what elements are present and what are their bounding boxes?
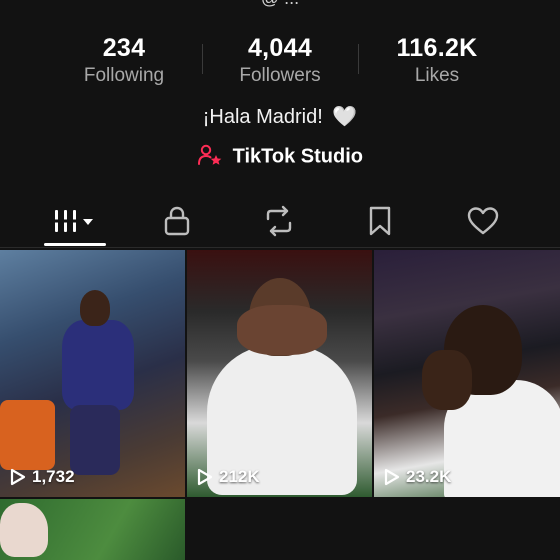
- view-count-text: 212K: [219, 467, 260, 486]
- bio-text: ¡Hala Madrid!: [202, 106, 323, 128]
- thumbnail-figure: [422, 350, 472, 410]
- bookmark-icon: [369, 206, 391, 236]
- thumbnail-figure: [237, 305, 327, 355]
- stat-following[interactable]: 234 Following: [44, 34, 204, 87]
- white-heart-emoji: 🤍: [332, 106, 358, 128]
- view-count: 23.2K: [384, 467, 451, 487]
- active-tab-indicator: [44, 243, 106, 246]
- tab-liked[interactable]: [453, 198, 513, 244]
- followers-count: 4,044: [247, 34, 313, 62]
- tab-private[interactable]: [147, 198, 207, 244]
- video-thumbnail[interactable]: [0, 499, 185, 560]
- play-icon: [384, 468, 400, 486]
- videos-grid-icon: [55, 210, 93, 232]
- likes-label: Likes: [414, 65, 460, 86]
- thumbnail-figure: [70, 405, 120, 475]
- thumbnail-figure: [62, 320, 134, 410]
- empty-grid-cell: [187, 499, 372, 560]
- view-count-text: 1,732: [32, 467, 75, 486]
- following-count: 234: [102, 34, 146, 62]
- repost-icon: [266, 205, 292, 237]
- empty-grid-cell: [374, 499, 560, 560]
- play-icon: [10, 468, 26, 486]
- profile-tabs: [0, 198, 560, 248]
- tab-reposts[interactable]: [249, 198, 309, 244]
- studio-label: TikTok Studio: [232, 145, 363, 168]
- video-thumbnail[interactable]: 1,732: [0, 250, 185, 497]
- thumbnail-figure: [0, 400, 55, 470]
- video-thumbnail[interactable]: 212K: [187, 250, 372, 497]
- tab-videos[interactable]: [46, 198, 106, 244]
- profile-stats: 234 Following 4,044 Followers 116.2K Lik…: [0, 34, 560, 90]
- tiktok-studio-link[interactable]: TikTok Studio: [0, 143, 560, 169]
- studio-person-star-icon: [197, 143, 223, 167]
- thumbnail-figure: [80, 290, 110, 326]
- profile-bio: ¡Hala Madrid! 🤍: [0, 104, 560, 129]
- lock-icon: [164, 206, 190, 236]
- thumbnail-figure: [0, 503, 48, 557]
- following-label: Following: [83, 65, 165, 86]
- video-grid: 1,732 212K 23.2K: [0, 250, 560, 560]
- stat-likes[interactable]: 116.2K Likes: [357, 34, 517, 87]
- tab-favorites[interactable]: [350, 198, 410, 244]
- video-thumbnail[interactable]: 23.2K: [374, 250, 560, 497]
- heart-icon: [467, 207, 499, 235]
- view-count-text: 23.2K: [406, 467, 452, 486]
- followers-label: Followers: [239, 65, 321, 86]
- play-icon: [197, 468, 213, 486]
- likes-count: 116.2K: [396, 34, 478, 62]
- username: @ ...: [0, 0, 560, 9]
- stat-followers[interactable]: 4,044 Followers: [200, 34, 360, 87]
- view-count: 1,732: [10, 467, 75, 487]
- view-count: 212K: [197, 467, 260, 487]
